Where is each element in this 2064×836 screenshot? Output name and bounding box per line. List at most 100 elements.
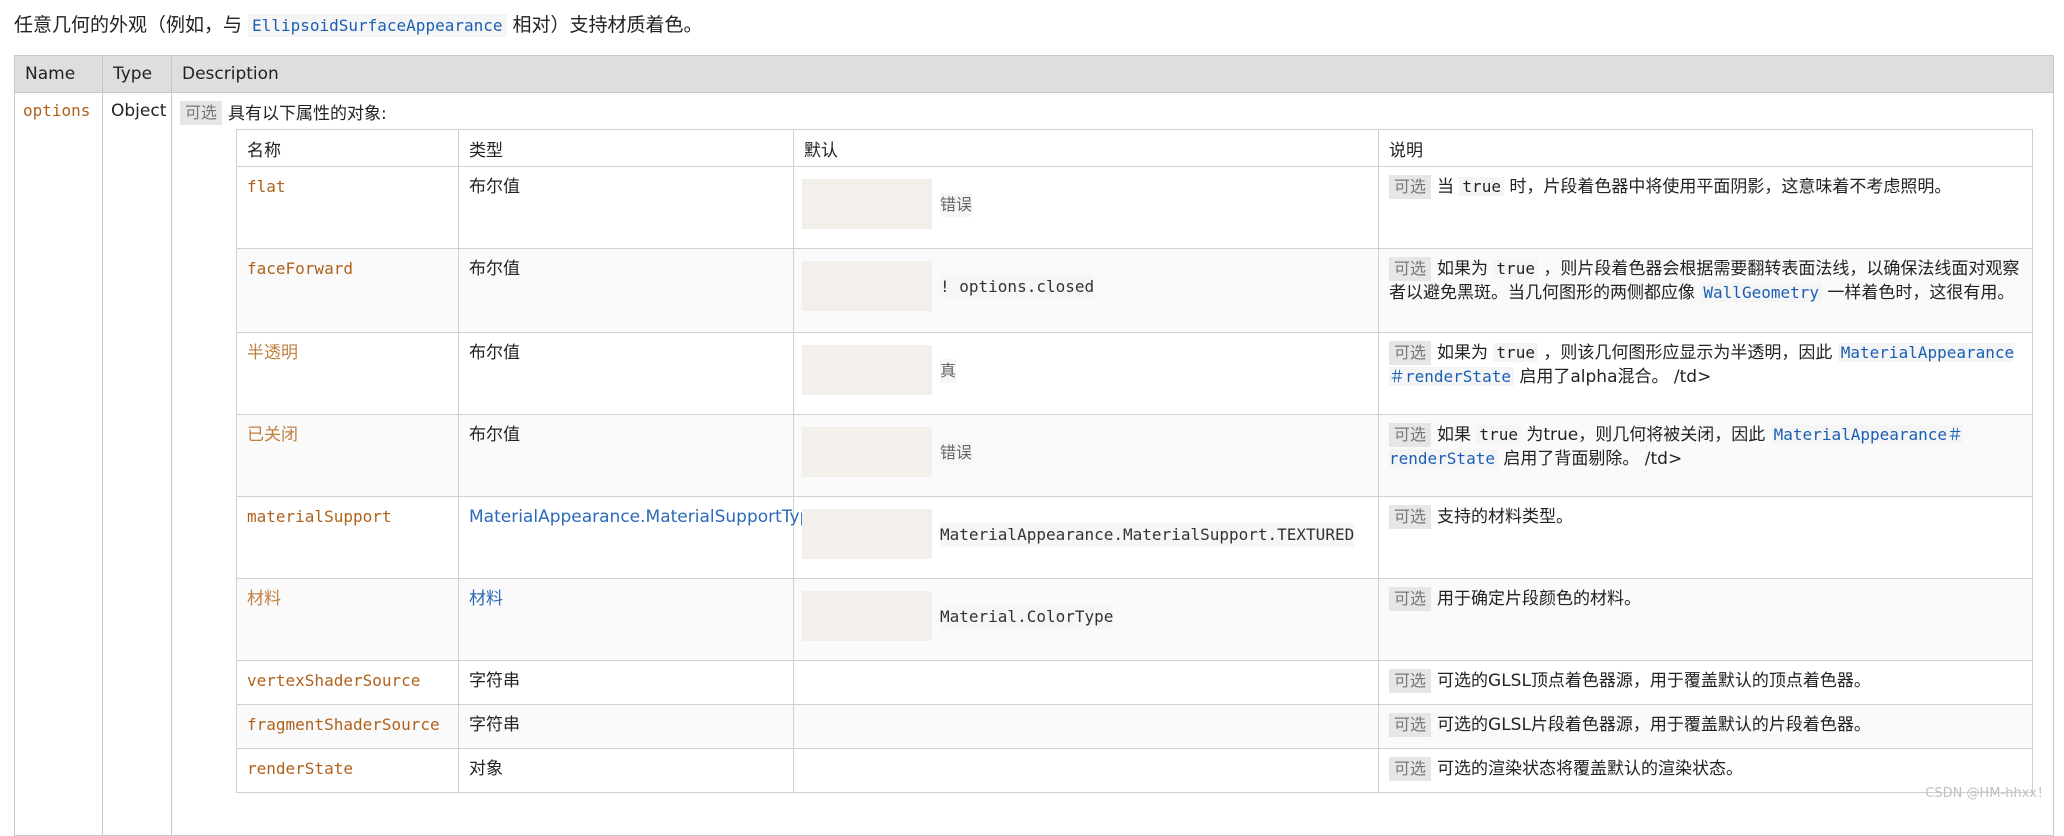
description-text: ，则该几何图形应显示为半透明，因此 [1537, 343, 1838, 363]
default-code-block: ! options.closed [802, 253, 1370, 311]
prop-header-type: 类型 [458, 129, 794, 167]
optional-badge: 可选 [1389, 757, 1432, 781]
description-text: 如果 [1437, 425, 1477, 445]
optional-badge: 可选 [1389, 587, 1432, 611]
property-row: vertexShaderSource 字符串 可选 可选的GLSL顶点着色器源，用于覆… [236, 660, 2033, 705]
param-description: 可选 具有以下属性的对象: [180, 101, 2045, 127]
property-default [793, 748, 1379, 793]
property-row: 已关闭 布尔值 错误 可选 如果 true 为true，则几何将被关闭，因此 Mater… [236, 414, 2033, 497]
property-type: 对象 [458, 748, 794, 793]
property-row: 半透明 布尔值真 可选 如果为 true ，则该几何图形应显示为半透明，因此 Mate… [236, 332, 2033, 415]
description-text: 当 [1437, 177, 1460, 197]
description-text: 时，片段着色器中将使用平面阴影，这意味着不考虑照明。 [1503, 177, 1952, 197]
optional-badge: 可选 [1389, 341, 1432, 365]
intro-text: 任意几何的外观（例如，与 EllipsoidSurfaceAppearance … [14, 8, 703, 42]
property-type: 布尔值 [458, 248, 794, 333]
property-name: faceForward [236, 248, 459, 333]
param-type: Object [111, 101, 167, 121]
intro-code-link[interactable]: EllipsoidSurfaceAppearance [248, 14, 507, 37]
code-gutter [802, 261, 932, 311]
param-type-cell: Object [102, 92, 172, 836]
default-code-block: MaterialAppearance.MaterialSupport.TEXTU… [802, 501, 1370, 559]
description-text: 可选的GLSL片段着色器源，用于覆盖默认的片段着色器。 [1437, 715, 1871, 735]
property-type: 字符串 [458, 704, 794, 749]
description-text: 为true，则几何将被关闭，因此 [1520, 425, 1771, 445]
inline-code: true [1493, 343, 1538, 362]
description-text: 用于确定片段颜色的材料。 [1437, 589, 1642, 609]
default-code-block: 错误 [802, 419, 1370, 477]
watermark: CSDN @HM-hhxx！ [1925, 786, 2050, 801]
param-row-options: options Object 可选具有以下属性的对象: 名称 类型 默认 说明 [14, 92, 2054, 836]
property-description: 可选 如果为 true ，则片段着色器会根据需要翻转表面法线，以确保法线面对观察者… [1378, 248, 2033, 333]
default-value: 真 [940, 359, 957, 383]
intro-before: 任意几何的外观（例如，与 [14, 14, 249, 36]
property-name: renderState [236, 748, 459, 793]
default-value: ! options.closed [940, 275, 1095, 299]
params-table: Name Type Description options Object 可选具… [14, 55, 2054, 836]
prop-header-name: 名称 [236, 129, 459, 167]
inline-code: true [1493, 259, 1538, 278]
property-default: MaterialAppearance.MaterialSupport.TEXTU… [793, 496, 1379, 579]
property-default: Material.ColorType [793, 578, 1379, 661]
property-default [793, 660, 1379, 705]
property-description: 可选 可选的GLSL片段着色器源，用于覆盖默认的片段着色器。 [1378, 704, 2033, 749]
property-name: flat [236, 166, 459, 249]
optional-badge: 可选 [180, 101, 223, 125]
property-type-text[interactable]: MaterialAppearance.MaterialSupportType [469, 507, 821, 527]
optional-badge: 可选 [1389, 669, 1432, 693]
param-name-cell: options [14, 92, 103, 836]
default-code-block: 错误 [802, 171, 1370, 229]
description-text: 可选的GLSL顶点着色器源，用于覆盖默认的顶点着色器。 [1437, 671, 1871, 691]
code-gutter [802, 179, 932, 229]
property-description: 可选 用于确定片段颜色的材料。 [1378, 578, 2033, 661]
description-text: 如果为 [1437, 259, 1494, 279]
property-default: 错误 [793, 166, 1379, 249]
property-row: renderState 对象 可选 可选的渲染状态将覆盖默认的渲染状态。 [236, 748, 2033, 793]
code-gutter [802, 345, 932, 395]
property-type-text: 字符串 [469, 715, 520, 735]
property-description: 可选 如果 true 为true，则几何将被关闭，因此 MaterialAppea… [1378, 414, 2033, 497]
property-default: ! options.closed [793, 248, 1379, 333]
property-type-text[interactable]: 材料 [469, 589, 503, 609]
header-description: Description [171, 55, 2054, 93]
property-default [793, 704, 1379, 749]
description-text: 一样着色时，这很有用。 [1822, 283, 2015, 303]
default-value: Material.ColorType [940, 605, 1114, 629]
code-gutter [802, 427, 932, 477]
property-description: 可选 支持的材料类型。 [1378, 496, 2033, 579]
optional-badge: 可选 [1389, 713, 1432, 737]
inline-code: true [1476, 425, 1521, 444]
prop-header-default: 默认 [793, 129, 1379, 167]
property-name: materialSupport [236, 496, 459, 579]
default-value: 错误 [940, 193, 973, 217]
property-row: 材料 材料 Material.ColorType 可选 用于确定片段颜色的材料。 [236, 578, 2033, 661]
inline-code-link[interactable]: WallGeometry [1700, 283, 1822, 302]
property-type-text: 布尔值 [469, 259, 520, 279]
default-value: MaterialAppearance.MaterialSupport.TEXTU… [940, 523, 1355, 547]
intro-after: 相对）支持材质着色。 [506, 14, 703, 36]
optional-badge: 可选 [1389, 175, 1432, 199]
property-type: 布尔值 [458, 332, 794, 415]
optional-badge: 可选 [1389, 505, 1432, 529]
property-row: faceForward 布尔值 ! options.closed 可选 如果为 true… [236, 248, 2033, 333]
properties-body: flat 布尔值 错误 可选当 true 时，片段着色器中将使用平面阴影，这意味着不考… [236, 166, 2033, 793]
property-type-text: 对象 [469, 759, 503, 779]
properties-header-row: 名称 类型 默认 说明 [236, 129, 2033, 167]
property-description: 可选当 true 时，片段着色器中将使用平面阴影，这意味着不考虑照明。 [1378, 166, 2033, 249]
prop-header-desc: 说明 [1378, 129, 2033, 167]
header-name: Name [14, 55, 103, 93]
property-name: 材料 [236, 578, 459, 661]
property-name: fragmentShaderSource [236, 704, 459, 749]
param-description-text: 具有以下属性的对象: [228, 104, 387, 124]
header-type: Type [102, 55, 172, 93]
optional-badge: 可选 [1389, 257, 1432, 281]
property-type-text: 布尔值 [469, 425, 520, 445]
property-name: vertexShaderSource [236, 660, 459, 705]
property-default: 错误 [793, 414, 1379, 497]
param-description-cell: 可选 具有以下属性的对象: 名称 类型 默认 说明 flat 布尔值 错误 可选当 tr… [171, 92, 2054, 836]
description-text: 启用了alpha混合。 /td> [1513, 367, 1712, 387]
description-text: 如果为 [1437, 343, 1494, 363]
param-name: options [23, 101, 91, 120]
description-text: 启用了背面剔除。 /td> [1497, 449, 1683, 469]
property-row: materialSupport MaterialAppearance.Materi… [236, 496, 2033, 579]
